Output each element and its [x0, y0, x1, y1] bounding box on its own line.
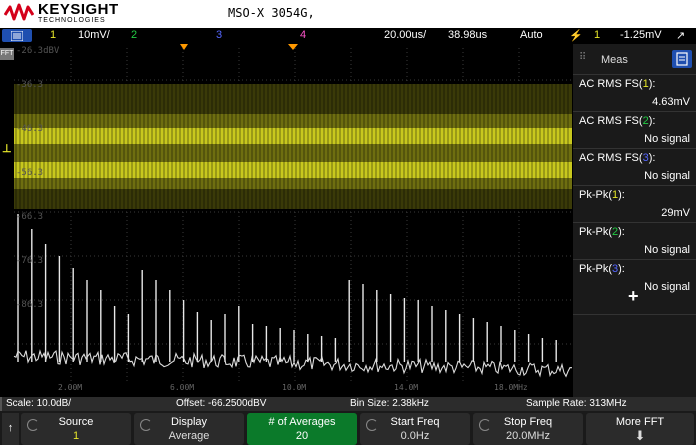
y-label: -66.3	[16, 212, 44, 222]
softkey-stop-freq[interactable]: Stop Freq 20.0MHz	[473, 413, 583, 445]
meas-item[interactable]: AC RMS FS(1): 4.63mV	[573, 74, 696, 112]
meas-value: No signal	[644, 133, 690, 145]
bin-size-status: Bin Size: 2.38kHz	[346, 397, 522, 411]
meas-name: AC RMS FS(	[579, 152, 643, 164]
brand-sub: TECHNOLOGIES	[38, 17, 106, 24]
softkey-value: 20	[295, 430, 309, 442]
y-label: -86.3	[16, 300, 44, 310]
softkey-value: 1	[72, 430, 80, 442]
meas-close: ):	[618, 263, 625, 275]
scale-status: Scale: 10.0dB/	[2, 397, 172, 411]
trigger-source[interactable]: 1	[594, 29, 600, 41]
meas-value: No signal	[644, 281, 690, 293]
keysight-logo-icon	[4, 3, 34, 21]
meas-close: ):	[648, 78, 656, 90]
meas-value: 29mV	[661, 207, 690, 219]
softkey-value: 20.0MHz	[505, 430, 551, 442]
softkey-label: Source	[58, 416, 94, 428]
meas-item[interactable]: AC RMS FS(3): No signal	[573, 148, 696, 186]
trigger-marker-icon	[180, 44, 188, 50]
meas-title: Meas	[601, 54, 628, 66]
meas-value: 4.63mV	[652, 96, 690, 108]
x-label: 2.00M	[58, 383, 83, 392]
softkey-label: # of Averages	[268, 416, 336, 428]
meas-item[interactable]: AC RMS FS(2): No signal	[573, 111, 696, 149]
offset-status: Offset: -66.2500dBV	[172, 397, 346, 411]
channel-4-label[interactable]: 4	[300, 29, 306, 41]
back-arrow-icon[interactable]: ↑	[2, 413, 19, 445]
meas-name: Pk-Pk(	[579, 263, 612, 275]
waveform-display[interactable]: FFT ⊥ -26.3dBV -36.3 -46.3 -56.3 -66.3 -…	[0, 44, 573, 397]
meas-item[interactable]: Pk-Pk(1): 29mV	[573, 185, 696, 223]
measurement-panel: ⠿ Meas AC RMS FS(1): 4.63mV AC RMS FS(2)…	[573, 44, 696, 397]
trigger-edge-icon: ⚡	[569, 30, 583, 42]
channel-1-scale[interactable]: 10mV/	[78, 29, 110, 41]
drag-handle-icon[interactable]: ⠿	[579, 52, 586, 63]
softkey-label: Stop Freq	[503, 416, 553, 428]
trigger-level[interactable]: -1.25mV	[620, 29, 662, 41]
time-reference-marker-icon	[288, 44, 298, 50]
delay-value[interactable]: 38.98us	[448, 29, 487, 41]
main-menu-button[interactable]	[2, 29, 32, 42]
chevron-down-icon: ⬇	[634, 428, 646, 443]
channel-1-ground-marker[interactable]: ⊥	[2, 142, 12, 155]
trigger-mode[interactable]: Auto	[520, 29, 543, 41]
trigger-slope-icon: ↗	[676, 30, 686, 42]
softkey-label: Display	[170, 416, 208, 428]
softkey-source[interactable]: Source 1	[21, 413, 131, 445]
add-measurement-button[interactable]: +	[628, 286, 639, 307]
meas-header: ⠿ Meas	[573, 46, 696, 72]
softkey-display[interactable]: Display Average	[134, 413, 244, 445]
list-icon	[676, 52, 688, 66]
softkey-value: 0.0Hz	[400, 430, 430, 442]
meas-name: AC RMS FS(	[579, 78, 643, 90]
y-label: -56.3	[16, 168, 44, 178]
softkey-start-freq[interactable]: Start Freq 0.0Hz	[360, 413, 470, 445]
x-label: 6.00M	[170, 383, 195, 392]
x-label: 14.0M	[394, 383, 419, 392]
sample-rate-status: Sample Rate: 313MHz	[522, 397, 696, 411]
meas-name: Pk-Pk(	[579, 226, 612, 238]
softkey-label: More FFT	[615, 416, 665, 428]
meas-close: ):	[618, 189, 625, 201]
meas-value: No signal	[644, 170, 690, 182]
meas-item[interactable]: Pk-Pk(2): No signal	[573, 222, 696, 260]
meas-close: ):	[648, 115, 656, 127]
y-label: -26.3dBV	[16, 46, 60, 56]
meas-item[interactable]: Pk-Pk(3): No signal	[573, 259, 696, 293]
meas-name: Pk-Pk(	[579, 189, 612, 201]
meas-menu-button[interactable]	[672, 50, 692, 68]
header-bar: KEYSIGHT TECHNOLOGIES MSO-X 3054G,	[0, 0, 696, 28]
softkey-more-fft[interactable]: More FFT ⬇	[586, 413, 694, 445]
fft-tag: FFT	[0, 48, 14, 60]
y-label: -46.3	[16, 124, 44, 134]
x-label: 10.0M	[282, 383, 307, 392]
meas-name: AC RMS FS(	[579, 115, 643, 127]
channel-1-label[interactable]: 1	[50, 29, 56, 41]
brand-name: KEYSIGHT	[38, 1, 119, 18]
timebase-value[interactable]: 20.00us/	[384, 29, 426, 41]
softkey-bar: ↑ Source 1 Display Average # of Averages…	[0, 411, 696, 445]
softkey-label: Start Freq	[390, 416, 440, 428]
channel-2-label[interactable]: 2	[131, 29, 137, 41]
menu-icon	[11, 31, 23, 41]
channel-3-label[interactable]: 3	[216, 29, 222, 41]
y-label: -36.3	[16, 80, 44, 90]
channel-bar: 1 10mV/ 2 3 4 20.00us/ 38.98us Auto ⚡ 1 …	[0, 28, 696, 44]
status-bar: Scale: 10.0dB/ Offset: -66.2500dBV Bin S…	[0, 397, 696, 411]
meas-value: No signal	[644, 244, 690, 256]
y-label: -76.3	[16, 256, 44, 266]
model-label: MSO-X 3054G,	[228, 6, 315, 20]
waveform-canvas	[13, 44, 573, 384]
meas-close: ):	[618, 226, 625, 238]
softkey-averages[interactable]: # of Averages 20	[247, 413, 357, 445]
meas-close: ):	[648, 152, 656, 164]
x-label: 18.0MHz	[494, 383, 528, 392]
softkey-value: Average	[168, 430, 210, 442]
